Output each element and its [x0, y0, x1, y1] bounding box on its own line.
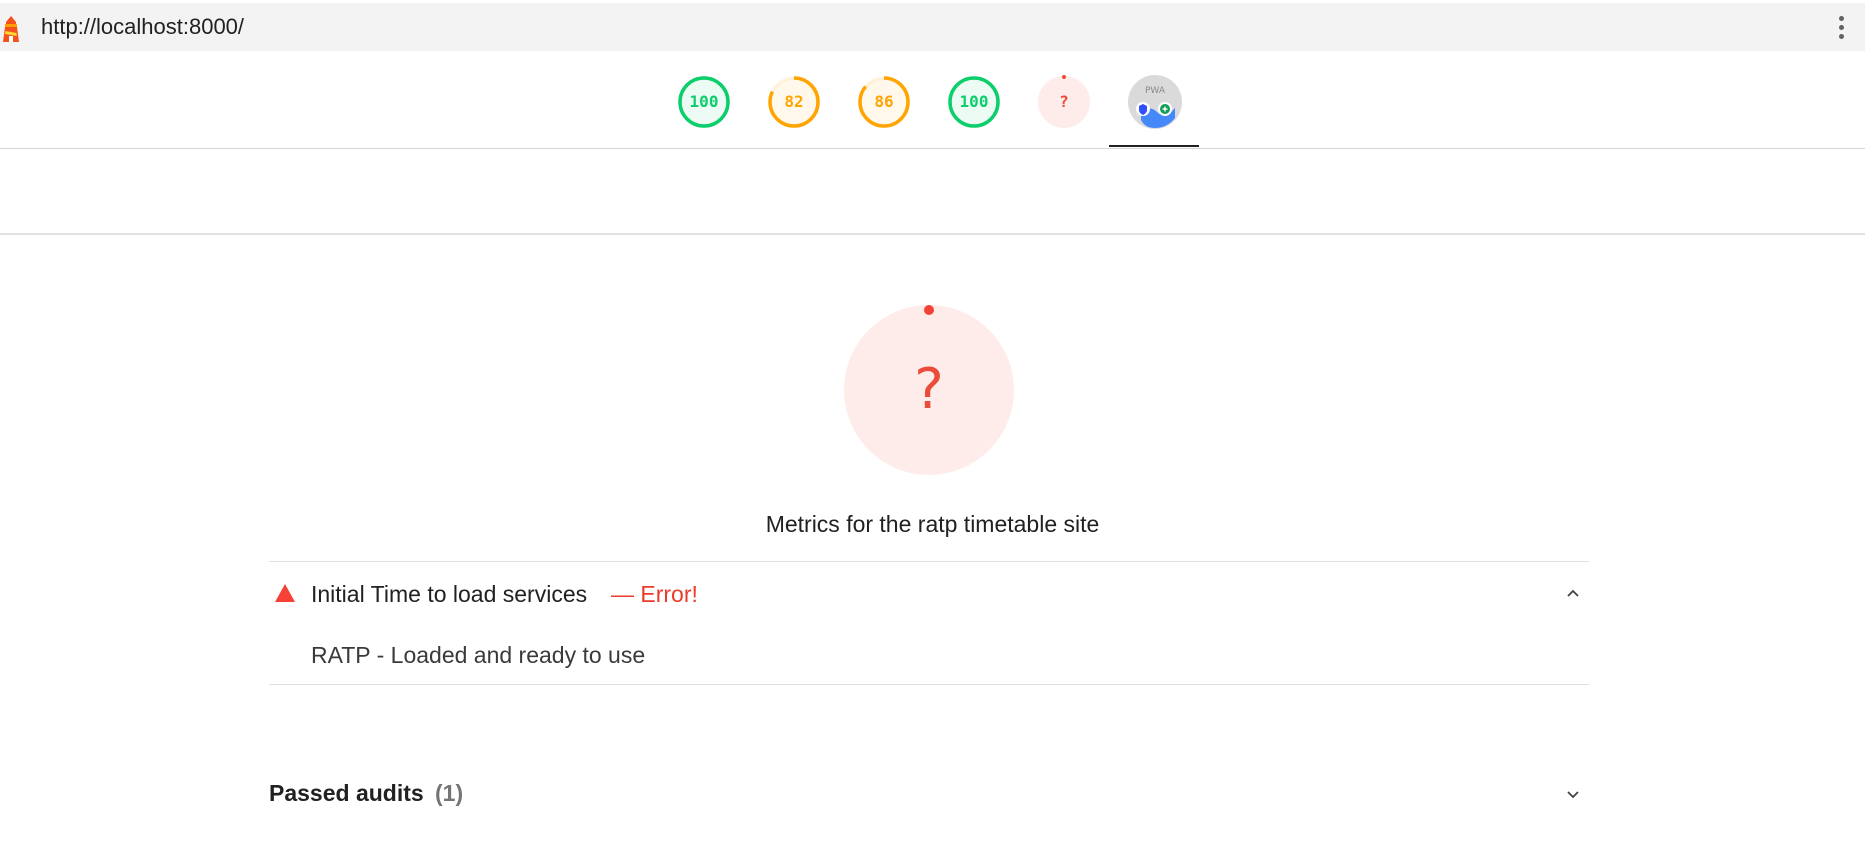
gauge-score-label: 100: [689, 92, 719, 111]
category-score-gauge: ?: [844, 305, 1014, 475]
audit-description: RATP - Loaded and ready to use: [311, 642, 646, 668]
category-score-label: ?: [914, 357, 944, 422]
gauge-score-label: 86: [874, 92, 894, 111]
audit-title: Initial Time to load services: [311, 581, 588, 607]
category-title: Metrics for the ratp timetable site: [765, 511, 1100, 537]
passed-audits-label: Passed audits: [269, 780, 424, 806]
sticky-header-space: [0, 148, 1865, 235]
category-gauges-bar: 100 82 86 100? PWA: [0, 51, 1865, 149]
gauge-score-label: 82: [784, 92, 804, 111]
score-gauge-2[interactable]: 82: [766, 74, 822, 130]
score-gauge-5[interactable]: ?: [1036, 74, 1092, 130]
selected-tab-indicator: [1109, 145, 1199, 147]
score-gauge-3[interactable]: 86: [856, 74, 912, 130]
score-gauge-1[interactable]: 100: [676, 74, 732, 130]
audit-item: Initial Time to load services — Error! R…: [269, 561, 1589, 685]
chevron-up-icon[interactable]: [1567, 588, 1579, 600]
passed-audits-toggle[interactable]: Passed audits (1): [269, 775, 1589, 811]
chevron-down-icon[interactable]: [1567, 788, 1579, 800]
audit-item-header[interactable]: Initial Time to load services — Error!: [269, 562, 1589, 624]
pwa-badge-icon[interactable]: PWA: [1127, 74, 1183, 130]
gauge-score-label: ?: [1059, 92, 1069, 111]
gauge-score-label: 100: [959, 92, 989, 111]
url-text[interactable]: http://localhost:8000/: [41, 14, 244, 40]
audit-error-text: — Error!: [611, 581, 698, 607]
score-gauge-4[interactable]: 100: [946, 74, 1002, 130]
passed-audits-count: (1): [435, 780, 464, 806]
pwa-badge-label: PWA: [1145, 86, 1166, 96]
fail-triangle-icon: [275, 584, 295, 602]
vertical-dots-icon[interactable]: [1837, 16, 1845, 42]
browser-address-bar: http://localhost:8000/: [0, 3, 1865, 51]
lighthouse-icon: [3, 16, 19, 42]
